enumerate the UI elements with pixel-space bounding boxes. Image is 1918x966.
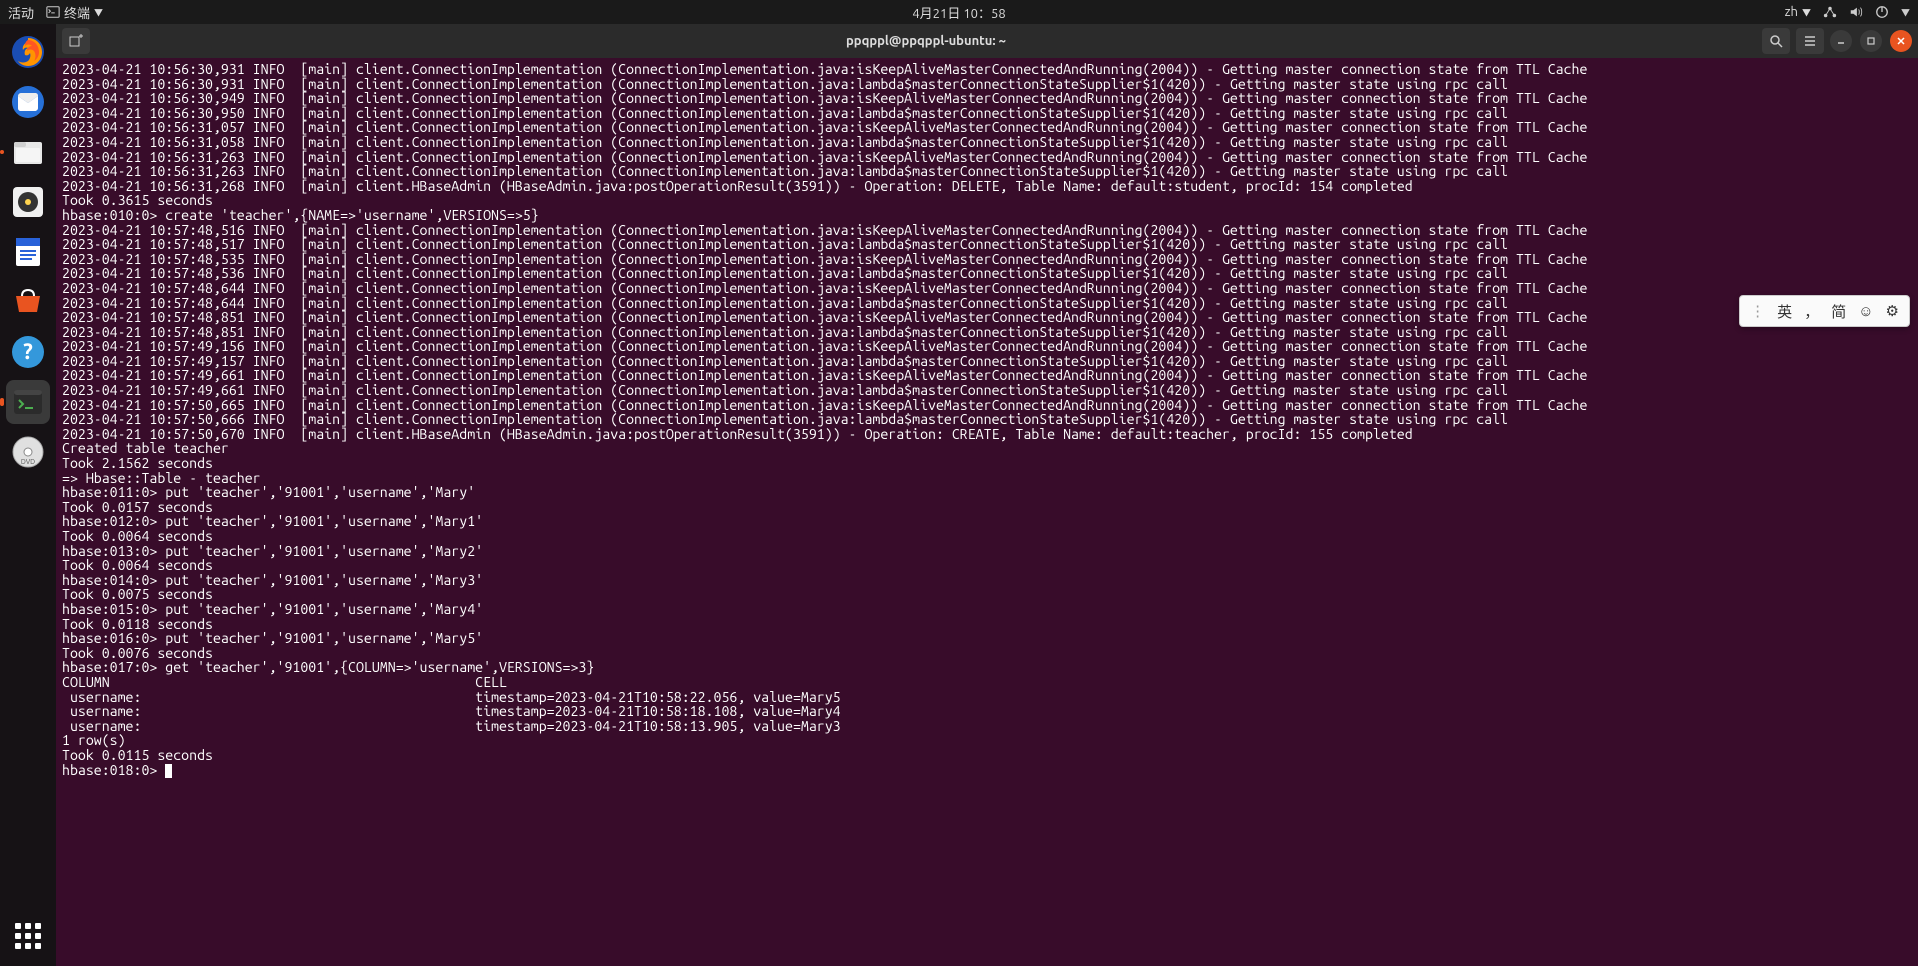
terminal-app-icon xyxy=(46,5,60,19)
chevron-down-icon: ▼ xyxy=(94,6,103,19)
window-titlebar: ppqppl@ppqppl-ubuntu: ~ xyxy=(56,24,1918,58)
dock-rhythmbox[interactable] xyxy=(6,180,50,224)
gnome-topbar: 活动 终端 ▼ 4月21日 10：58 zh ▼ ▼ xyxy=(0,0,1918,24)
active-app-label: 终端 xyxy=(64,3,90,22)
ime-emoji-button[interactable]: ☺ xyxy=(1858,302,1873,320)
chevron-down-icon[interactable]: ▼ xyxy=(1901,6,1910,19)
power-icon[interactable] xyxy=(1875,5,1889,19)
dock-files[interactable] xyxy=(6,130,50,174)
dock-show-apps[interactable] xyxy=(6,914,50,958)
close-button[interactable] xyxy=(1890,30,1912,52)
ime-simplified-toggle[interactable]: 简 xyxy=(1831,301,1846,322)
search-button[interactable] xyxy=(1762,28,1790,54)
minimize-button[interactable] xyxy=(1830,30,1852,52)
activities-button[interactable]: 活动 xyxy=(8,3,34,22)
terminal-window: ppqppl@ppqppl-ubuntu: ~ 2023-04-21 10:56… xyxy=(56,24,1918,966)
dock-help[interactable]: ? xyxy=(6,330,50,374)
dock-ubuntu-software[interactable] xyxy=(6,280,50,324)
new-tab-button[interactable] xyxy=(62,28,90,54)
svg-text:?: ? xyxy=(23,339,33,364)
volume-icon[interactable] xyxy=(1849,5,1863,19)
dock-libreoffice-writer[interactable] xyxy=(6,230,50,274)
active-app-menu[interactable]: 终端 ▼ xyxy=(46,3,103,22)
svg-text:DVD: DVD xyxy=(21,458,35,466)
network-icon[interactable] xyxy=(1823,5,1837,19)
datetime-label[interactable]: 4月21日 10：58 xyxy=(912,3,1005,22)
ime-drag-handle-icon[interactable]: ⋮ xyxy=(1750,302,1765,320)
ime-settings-icon[interactable]: ⚙ xyxy=(1886,302,1899,320)
input-method-indicator[interactable]: zh ▼ xyxy=(1785,5,1811,19)
window-title: ppqppl@ppqppl-ubuntu: ~ xyxy=(96,34,1756,48)
chevron-down-icon: ▼ xyxy=(1802,6,1811,19)
ime-punct-toggle[interactable]: ， xyxy=(1804,301,1819,322)
terminal-output[interactable]: 2023-04-21 10:56:30,931 INFO [main] clie… xyxy=(56,58,1918,966)
dock-disc[interactable]: DVD xyxy=(6,430,50,474)
dock-firefox[interactable] xyxy=(6,30,50,74)
terminal-cursor xyxy=(165,764,172,778)
dock-thunderbird[interactable] xyxy=(6,80,50,124)
ime-lang-toggle[interactable]: 英 xyxy=(1777,301,1792,322)
ubuntu-dock: ? DVD xyxy=(0,24,56,966)
dock-terminal[interactable] xyxy=(6,380,50,424)
maximize-button[interactable] xyxy=(1860,30,1882,52)
ime-toolbar[interactable]: ⋮ 英 ， 简 ☺ ⚙ xyxy=(1739,295,1910,327)
hamburger-menu-button[interactable] xyxy=(1796,28,1824,54)
